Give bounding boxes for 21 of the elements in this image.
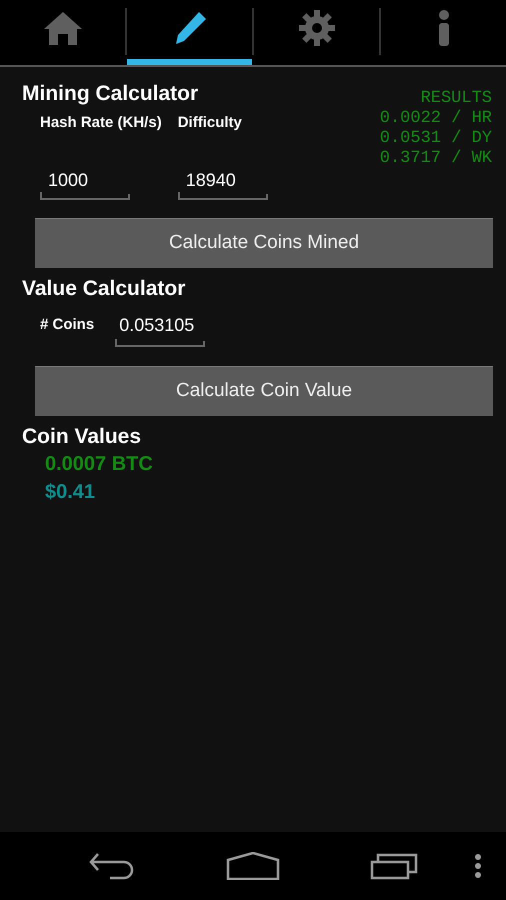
home-icon[interactable] bbox=[226, 852, 280, 880]
section-title: Mining Calculator bbox=[22, 81, 200, 107]
coin-value: 0.0007 BTC bbox=[45, 452, 154, 477]
back-icon[interactable] bbox=[88, 852, 136, 880]
info-icon bbox=[436, 10, 450, 46]
result-line: 0.0531 / DY bbox=[380, 129, 492, 149]
field-label: Difficulty bbox=[178, 113, 243, 133]
result-line: 0.3717 / WK bbox=[380, 149, 492, 169]
calculate-button[interactable]: Calculate Coin Value bbox=[35, 366, 493, 416]
home-icon bbox=[42, 10, 82, 44]
field-label: # Coins bbox=[40, 315, 94, 335]
menu-icon[interactable] bbox=[474, 853, 482, 879]
field-label: Hash Rate (KH/s) bbox=[40, 113, 162, 133]
calculate-button[interactable]: Calculate Coins Mined bbox=[35, 218, 493, 268]
results-heading: RESULTS bbox=[420, 89, 492, 109]
result-line: 0.0022 / HR bbox=[380, 109, 492, 129]
coin-value: $0.41 bbox=[45, 480, 96, 505]
gear-icon bbox=[298, 10, 334, 46]
section-title: Value Calculator bbox=[22, 276, 186, 302]
recents-icon[interactable] bbox=[370, 852, 420, 880]
section-title: Coin Values bbox=[22, 424, 142, 450]
